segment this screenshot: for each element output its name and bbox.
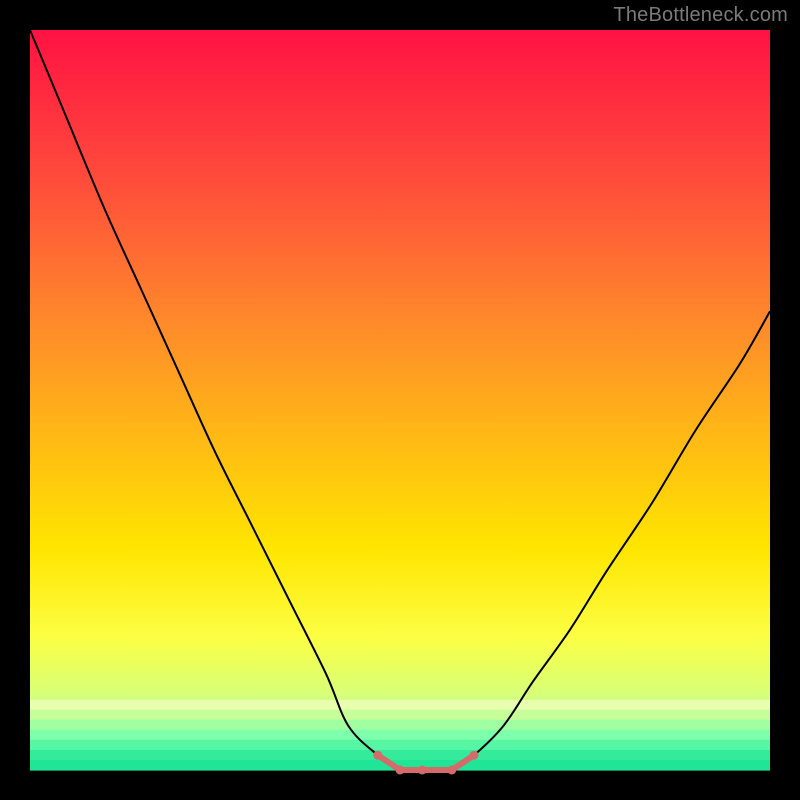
- watermark-text: TheBottleneck.com: [613, 4, 788, 27]
- green-band: [30, 740, 770, 751]
- green-band: [30, 710, 770, 721]
- gradient-background: [30, 30, 770, 770]
- optimal-zone-dot: [447, 766, 456, 775]
- green-bands: [30, 700, 770, 771]
- green-band: [30, 720, 770, 731]
- bottleneck-chart: [0, 0, 800, 800]
- green-band: [30, 750, 770, 761]
- optimal-zone-dot: [470, 751, 479, 760]
- optimal-zone-dot: [373, 751, 382, 760]
- optimal-zone-dot: [418, 766, 427, 775]
- optimal-zone-dot: [396, 766, 405, 775]
- chart-stage: TheBottleneck.com: [0, 0, 800, 800]
- green-band: [30, 700, 770, 711]
- green-band: [30, 730, 770, 741]
